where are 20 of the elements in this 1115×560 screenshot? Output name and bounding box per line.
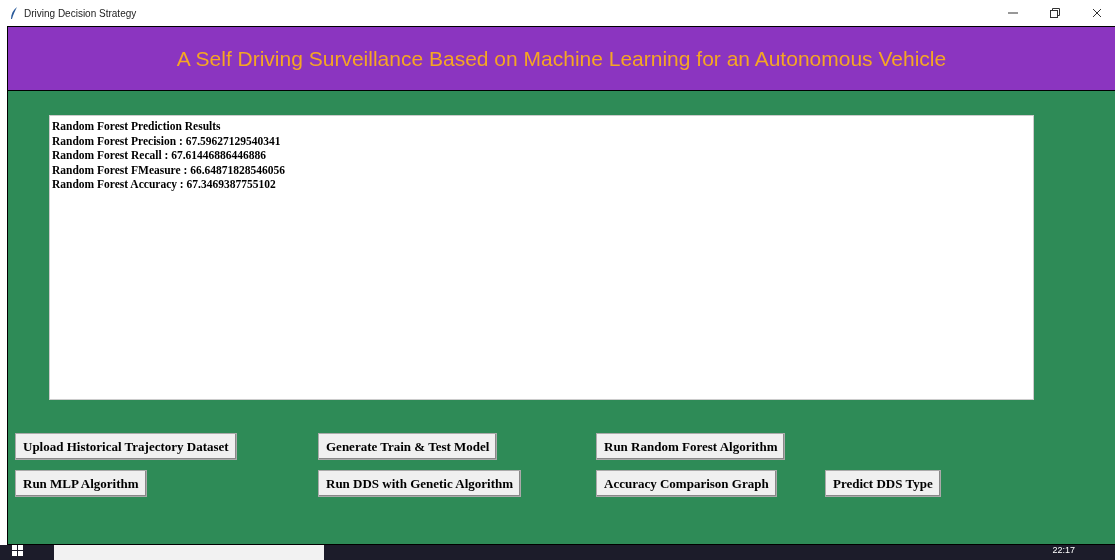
action-button[interactable]: Run Random Forest Algorithm	[596, 433, 786, 460]
action-button[interactable]: Run DDS with Genetic Algorithm	[318, 470, 522, 497]
action-button[interactable]: Run MLP Algorithm	[15, 470, 147, 497]
result-line: Random Forest Precision : 67.59627129540341	[52, 133, 281, 148]
action-button[interactable]: Generate Train & Test Model	[318, 433, 498, 460]
taskbar-clock: 22:17	[1052, 545, 1075, 556]
result-line: Random Forest FMeasure : 66.64871828546056	[52, 162, 286, 177]
action-button[interactable]: Predict DDS Type	[825, 470, 941, 497]
feather-icon	[10, 7, 18, 19]
result-line: Random Forest Accuracy : 67.3469387755102	[52, 177, 276, 192]
start-icon[interactable]	[12, 545, 24, 557]
window-title: Driving Decision Strategy	[24, 7, 137, 19]
app-heading: A Self Driving Surveillance Based on Machine Learning for an Autonomous Vehicle	[176, 46, 947, 71]
action-button[interactable]: Upload Historical Trajectory Dataset	[15, 433, 237, 460]
close-icon[interactable]	[1092, 8, 1102, 18]
result-line: Random Forest Recall : 67.61446886446886	[52, 148, 267, 163]
result-line: Random Forest Prediction Results	[52, 119, 221, 134]
taskbar-search-field[interactable]	[54, 545, 324, 560]
action-button[interactable]: Accuracy Comparison Graph	[596, 470, 777, 497]
restore-icon[interactable]	[1050, 8, 1060, 18]
